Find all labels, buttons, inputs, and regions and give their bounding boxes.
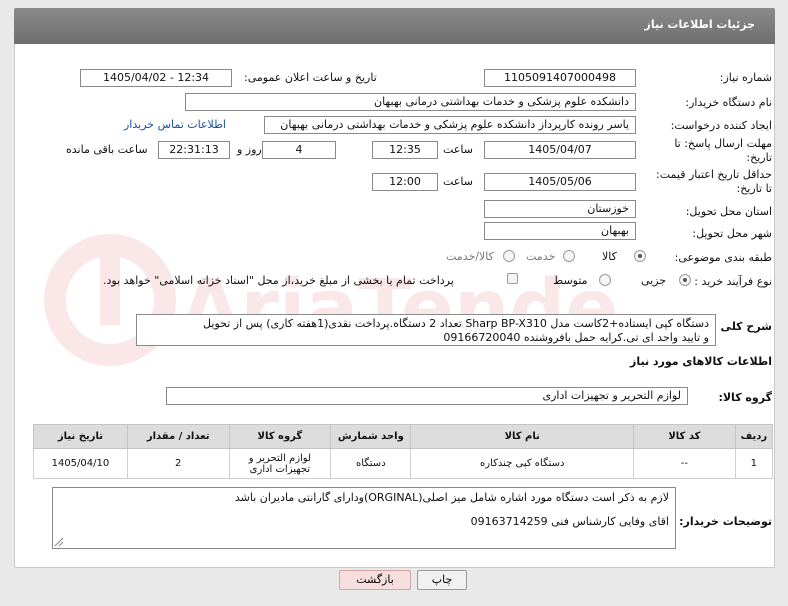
remaining-time-field: 22:31:13 xyxy=(158,141,230,159)
general-desc-field: دستگاه کپی ایستاده+2کاست مدل Sharp BP-X3… xyxy=(136,314,716,346)
announce-datetime-label: تاریخ و ساعت اعلان عمومی: xyxy=(244,71,377,84)
requester-field: یاسر رونده کارپرداز دانشکده علوم پزشکی و… xyxy=(264,116,636,134)
col-header-code: کد کالا xyxy=(633,424,736,449)
category-radio-both[interactable] xyxy=(503,250,515,262)
delivery-city-label: شهر محل تحویل: xyxy=(692,227,772,240)
panel-header: جزئیات اطلاعات نیاز xyxy=(14,8,775,44)
cell-group: لوازم التحریر و تجهیزات اداری xyxy=(228,448,332,479)
goods-table-header: ردیف کد کالا نام کالا واحد شمارش گروه کا… xyxy=(33,424,774,449)
print-button[interactable]: چاپ xyxy=(417,570,467,590)
remaining-time-label: ساعت باقی مانده xyxy=(66,143,148,156)
buyer-notes-line-1: لازم به ذکر است دستگاه مورد اشاره شامل م… xyxy=(234,491,669,504)
col-header-name: نام کالا xyxy=(410,424,635,449)
goods-group-label: گروه کالا: xyxy=(718,391,772,404)
days-label: روز و xyxy=(237,143,262,156)
category-radio-service[interactable] xyxy=(563,250,575,262)
buyer-org-label: نام دستگاه خریدار: xyxy=(685,96,772,109)
col-header-group: گروه کالا xyxy=(228,424,332,449)
col-header-date: تاریخ نیاز xyxy=(33,424,128,449)
cell-code: -- xyxy=(633,448,736,479)
price-validity-date-field: 1405/05/06 xyxy=(484,173,636,191)
reply-time-field: 12:35 xyxy=(372,141,438,159)
process-radio-minor[interactable] xyxy=(679,274,691,286)
category-option-service: خدمت xyxy=(526,250,556,263)
category-label: طبقه بندی موضوعی: xyxy=(674,251,772,264)
price-validity-time-field: 12:00 xyxy=(372,173,438,191)
cell-unit: دستگاه xyxy=(330,448,412,479)
buyer-contact-link[interactable]: اطلاعات تماس خریدار xyxy=(124,118,226,131)
reply-deadline-label: مهلت ارسال پاسخ: تا xyxy=(674,137,772,150)
col-header-qty: تعداد / مقدار xyxy=(126,424,230,449)
category-option-both: کالا/خدمت xyxy=(446,250,494,263)
reply-date-field: 1405/04/07 xyxy=(484,141,636,159)
col-header-unit: واحد شمارش xyxy=(330,424,412,449)
goods-section-title: اطلاعات کالاهای مورد نیاز xyxy=(630,355,772,368)
treasury-payment-note: پرداخت تمام یا بخشی از مبلغ خرید،از محل … xyxy=(103,274,454,287)
delivery-province-field: خوزستان xyxy=(484,200,636,218)
cell-date: 1405/04/10 xyxy=(33,448,128,479)
delivery-province-label: استان محل تحویل: xyxy=(685,205,772,218)
goods-group-field: لوازم التحریر و تجهیزات اداری xyxy=(166,387,688,405)
general-desc-line-2: و تایید واحد ای تی.کرایه حمل بافروشنده 0… xyxy=(443,331,709,344)
details-panel xyxy=(14,8,775,568)
panel-title: جزئیات اطلاعات نیاز xyxy=(644,18,756,31)
cell-qty: 2 xyxy=(126,448,230,479)
category-radio-goods[interactable] xyxy=(634,250,646,262)
cell-group-line-1: لوازم التحریر و xyxy=(248,452,312,464)
category-option-goods: کالا xyxy=(602,250,617,263)
delivery-city-field: بهبهان xyxy=(484,222,636,240)
need-number-field: 1105091407000498 xyxy=(484,69,636,87)
reply-deadline-label-2: تاریخ: xyxy=(746,151,772,164)
remaining-days-field: 4 xyxy=(262,141,336,159)
treasury-payment-checkbox[interactable] xyxy=(507,273,518,284)
need-number-label: شماره نیاز: xyxy=(719,71,772,84)
col-header-row: ردیف xyxy=(734,424,774,449)
table-row: 1 -- دستگاه کپی چندکاره دستگاه لوازم الت… xyxy=(33,448,774,479)
cell-group-line-2: تجهیزات اداری xyxy=(249,463,311,475)
general-desc-line-1: دستگاه کپی ایستاده+2کاست مدل Sharp BP-X3… xyxy=(203,317,709,330)
announce-datetime-field: 1405/04/02 - 12:34 xyxy=(80,69,232,87)
back-button[interactable]: بازگشت xyxy=(339,570,411,590)
goods-table: ردیف کد کالا نام کالا واحد شمارش گروه کا… xyxy=(33,424,774,479)
cell-name: دستگاه کپی چندکاره xyxy=(410,448,635,479)
cell-row: 1 xyxy=(734,448,774,479)
buyer-org-field: دانشکده علوم پزشکی و خدمات بهداشتی درمان… xyxy=(185,93,636,111)
price-validity-label: حداقل تاریخ اعتبار قیمت: xyxy=(656,168,772,181)
process-radio-medium[interactable] xyxy=(599,274,611,286)
process-type-label: نوع فرآیند خرید : xyxy=(694,275,772,288)
buyer-notes-line-2: اقای وفایی کارشناس فنی 09163714259 xyxy=(470,515,669,528)
process-option-minor: جزیی xyxy=(641,274,667,287)
process-option-medium: متوسط xyxy=(553,274,588,287)
price-validity-time-label: ساعت xyxy=(443,175,473,188)
requester-label: ایجاد کننده درخواست: xyxy=(670,119,772,132)
resize-grip-icon[interactable] xyxy=(54,537,64,547)
buyer-notes-field: لازم به ذکر است دستگاه مورد اشاره شامل م… xyxy=(52,487,676,549)
reply-time-label: ساعت xyxy=(443,143,473,156)
price-validity-label-2: تا تاریخ: xyxy=(736,182,772,195)
buyer-notes-label: توضیحات خریدار: xyxy=(679,515,772,528)
